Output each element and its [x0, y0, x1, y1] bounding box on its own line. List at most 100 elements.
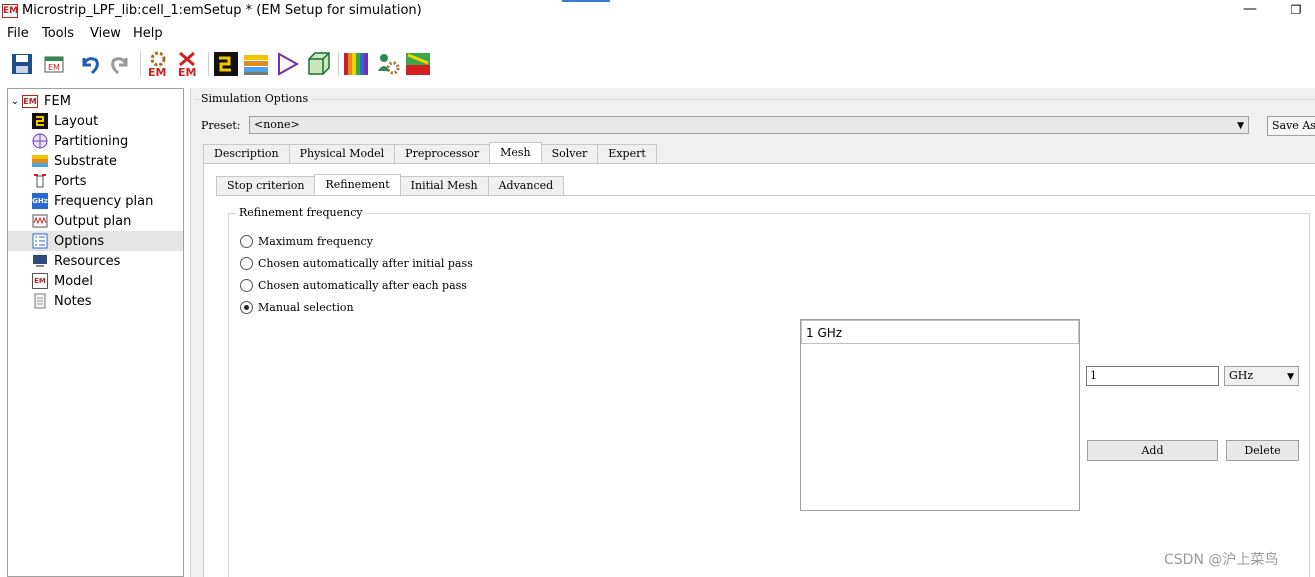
- watermark: CSDN @沪上菜鸟: [1164, 552, 1279, 568]
- substrate-icon[interactable]: [242, 50, 270, 78]
- radio-label: Maximum frequency: [258, 235, 373, 248]
- substrate-icon: [32, 153, 48, 169]
- partitioning-icon: [32, 133, 48, 149]
- subtabs-divider: [216, 195, 1315, 196]
- preset-value: <none>: [254, 118, 300, 131]
- options-tabs: Description Physical Model Preprocessor …: [203, 142, 657, 163]
- tree-root-fem[interactable]: ⌄ EM FEM: [8, 91, 183, 111]
- radio-auto-each-pass[interactable]: Chosen automatically after each pass: [240, 279, 467, 292]
- menu-file[interactable]: File: [7, 26, 29, 41]
- tab-initial-mesh[interactable]: Initial Mesh: [399, 176, 489, 195]
- chevron-down-icon[interactable]: ⌄: [8, 96, 22, 107]
- preset-label: Preset:: [201, 119, 241, 132]
- toolbar: EM EM EM: [0, 46, 1315, 82]
- tree-item-model[interactable]: EM Model: [8, 271, 183, 291]
- tab-physical-model[interactable]: Physical Model: [288, 144, 396, 163]
- resources-icon: [32, 253, 48, 269]
- triangle-icon[interactable]: [274, 50, 302, 78]
- color-bars-icon[interactable]: [342, 50, 370, 78]
- tree-item-label: Model: [54, 273, 94, 289]
- gear-person-icon[interactable]: [374, 50, 402, 78]
- mesh-subtabs: Stop criterion Refinement Initial Mesh A…: [216, 174, 565, 195]
- tree-item-label: Substrate: [54, 153, 118, 169]
- model-icon: EM: [32, 273, 48, 289]
- frequency-list[interactable]: 1 GHz: [800, 319, 1080, 511]
- layout-icon: [32, 113, 48, 129]
- cube-icon[interactable]: [304, 50, 332, 78]
- notes-icon: [32, 293, 48, 309]
- radio-label: Manual selection: [258, 301, 354, 314]
- mesh-tab-content: Stop criterion Refinement Initial Mesh A…: [203, 164, 1315, 577]
- unit-select[interactable]: GHz ▼: [1224, 366, 1299, 386]
- tree-item-notes[interactable]: Notes: [8, 291, 183, 311]
- setup-tree: ⌄ EM FEM Layout Partitioning Substrate P…: [7, 88, 184, 577]
- tab-expert[interactable]: Expert: [597, 144, 657, 163]
- toolbar-separator: [338, 52, 339, 76]
- group-divider: [195, 99, 1315, 100]
- tree-item-ports[interactable]: Ports: [8, 171, 183, 191]
- em-export-icon[interactable]: EM: [40, 50, 68, 78]
- radio-button[interactable]: [240, 257, 253, 270]
- radio-button[interactable]: [240, 279, 253, 292]
- tree-item-frequency-plan[interactable]: GHz Frequency plan: [8, 191, 183, 211]
- redo-icon[interactable]: [106, 50, 134, 78]
- tree-item-substrate[interactable]: Substrate: [8, 151, 183, 171]
- tree-item-output-plan[interactable]: Output plan: [8, 211, 183, 231]
- radio-button[interactable]: [240, 235, 253, 248]
- minimize-button[interactable]: —: [1238, 2, 1262, 20]
- app-icon: EM: [2, 4, 19, 18]
- radio-label: Chosen automatically after initial pass: [258, 257, 473, 270]
- tab-solver[interactable]: Solver: [540, 144, 599, 163]
- radio-button[interactable]: [240, 301, 253, 314]
- menu-view[interactable]: View: [90, 26, 121, 41]
- frequency-input[interactable]: 1: [1086, 366, 1219, 386]
- em-simulate-icon[interactable]: EM: [144, 50, 172, 78]
- tab-advanced[interactable]: Advanced: [487, 176, 565, 195]
- frequency-plan-icon: GHz: [32, 193, 48, 209]
- radio-label: Chosen automatically after each pass: [258, 279, 467, 292]
- add-button[interactable]: Add: [1087, 440, 1218, 461]
- save-icon[interactable]: [8, 50, 36, 78]
- tree-item-resources[interactable]: Resources: [8, 251, 183, 271]
- radio-auto-initial-pass[interactable]: Chosen automatically after initial pass: [240, 257, 473, 270]
- output-plan-icon: [32, 213, 48, 229]
- save-as-button[interactable]: Save As: [1267, 116, 1315, 136]
- title-bar: EM Microstrip_LPF_lib:cell_1:emSetup * (…: [0, 0, 1315, 24]
- title-accent: [562, 0, 610, 2]
- undo-icon[interactable]: [76, 50, 104, 78]
- restore-button[interactable]: ❐: [1284, 2, 1308, 20]
- unit-value: GHz: [1229, 369, 1254, 382]
- tab-stop-criterion[interactable]: Stop criterion: [216, 176, 316, 195]
- delete-button[interactable]: Delete: [1226, 440, 1299, 461]
- dropdown-arrow-icon: ▼: [1287, 372, 1294, 382]
- tab-mesh[interactable]: Mesh: [489, 142, 542, 163]
- tree-item-label: Output plan: [54, 213, 132, 229]
- radio-manual-selection[interactable]: Manual selection: [240, 301, 354, 314]
- tree-item-layout[interactable]: Layout: [8, 111, 183, 131]
- svg-text:EM: EM: [178, 66, 196, 77]
- tab-description[interactable]: Description: [203, 144, 290, 163]
- em-stop-icon[interactable]: EM: [174, 50, 202, 78]
- simulation-options-title: Simulation Options: [201, 92, 313, 105]
- menu-help[interactable]: Help: [133, 26, 163, 41]
- refinement-frequency-title: Refinement frequency: [236, 206, 366, 219]
- tab-preprocessor[interactable]: Preprocessor: [394, 144, 491, 163]
- dropdown-arrow-icon: ▼: [1237, 121, 1244, 131]
- layout-icon[interactable]: [212, 50, 240, 78]
- radio-maximum-frequency[interactable]: Maximum frequency: [240, 235, 373, 248]
- list-item[interactable]: 1 GHz: [801, 320, 1079, 344]
- preset-select[interactable]: <none> ▼: [249, 116, 1249, 134]
- tree-item-label: Layout: [54, 113, 99, 129]
- tree-item-partitioning[interactable]: Partitioning: [8, 131, 183, 151]
- tab-refinement[interactable]: Refinement: [314, 174, 401, 195]
- toolbar-separator: [140, 52, 141, 76]
- svg-text:EM: EM: [48, 63, 60, 72]
- svg-text:EM: EM: [148, 66, 166, 77]
- menu-tools[interactable]: Tools: [42, 26, 74, 41]
- tree-item-label: Partitioning: [54, 133, 129, 149]
- field-plot-icon[interactable]: [404, 50, 432, 78]
- menu-bar: File Tools View Help: [0, 24, 1315, 45]
- toolbar-separator: [208, 52, 209, 76]
- tree-item-options[interactable]: Options: [8, 231, 183, 251]
- tree-item-label: Notes: [54, 293, 92, 309]
